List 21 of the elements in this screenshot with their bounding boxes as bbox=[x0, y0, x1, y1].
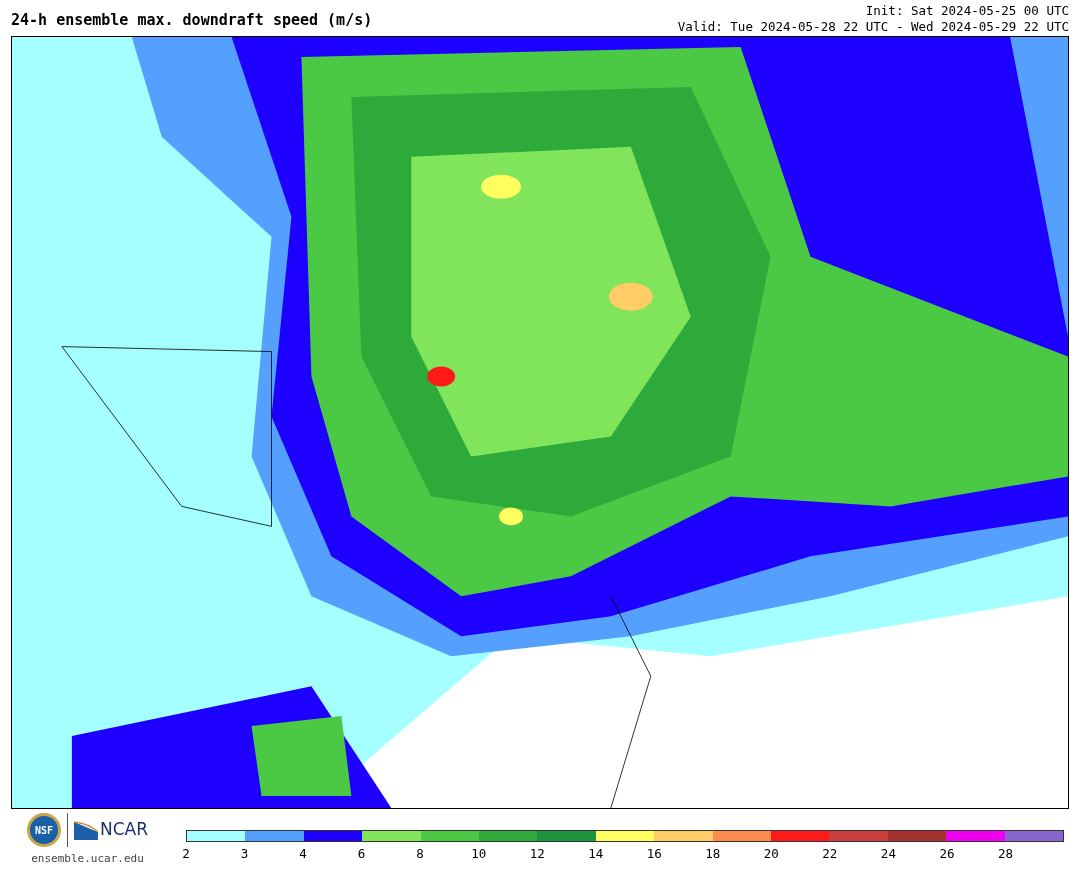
tick-label: 14 bbox=[588, 848, 604, 861]
tick-label: 22 bbox=[822, 848, 838, 861]
tick-label: 26 bbox=[939, 848, 955, 861]
tick-label: 12 bbox=[529, 848, 545, 861]
tick-label: 2 bbox=[182, 848, 190, 861]
tick-label: 4 bbox=[299, 848, 307, 861]
tick-label: 6 bbox=[357, 848, 366, 861]
tick-label: 28 bbox=[997, 848, 1013, 861]
valid-time: Valid: Tue 2024-05-28 22 UTC - Wed 2024-05-29 22 UTC bbox=[677, 19, 1069, 35]
tick-label: 20 bbox=[763, 848, 779, 861]
tick-label: 24 bbox=[880, 848, 896, 861]
chart-title: 24-h ensemble max. downdraft speed (m/s) bbox=[11, 13, 373, 31]
nsf-logo: NSF bbox=[27, 813, 61, 847]
ncar-logo: NCAR bbox=[74, 817, 148, 843]
site-url: ensemble.ucar.edu bbox=[31, 851, 144, 867]
tick-label: 16 bbox=[646, 848, 662, 861]
tick-label: 8 bbox=[416, 848, 424, 861]
tick-label: 10 bbox=[471, 848, 487, 861]
tick-label: 18 bbox=[705, 848, 721, 861]
init-time: Init: Sat 2024-05-25 00 UTC bbox=[865, 3, 1069, 19]
tick-label: 3 bbox=[240, 848, 249, 861]
